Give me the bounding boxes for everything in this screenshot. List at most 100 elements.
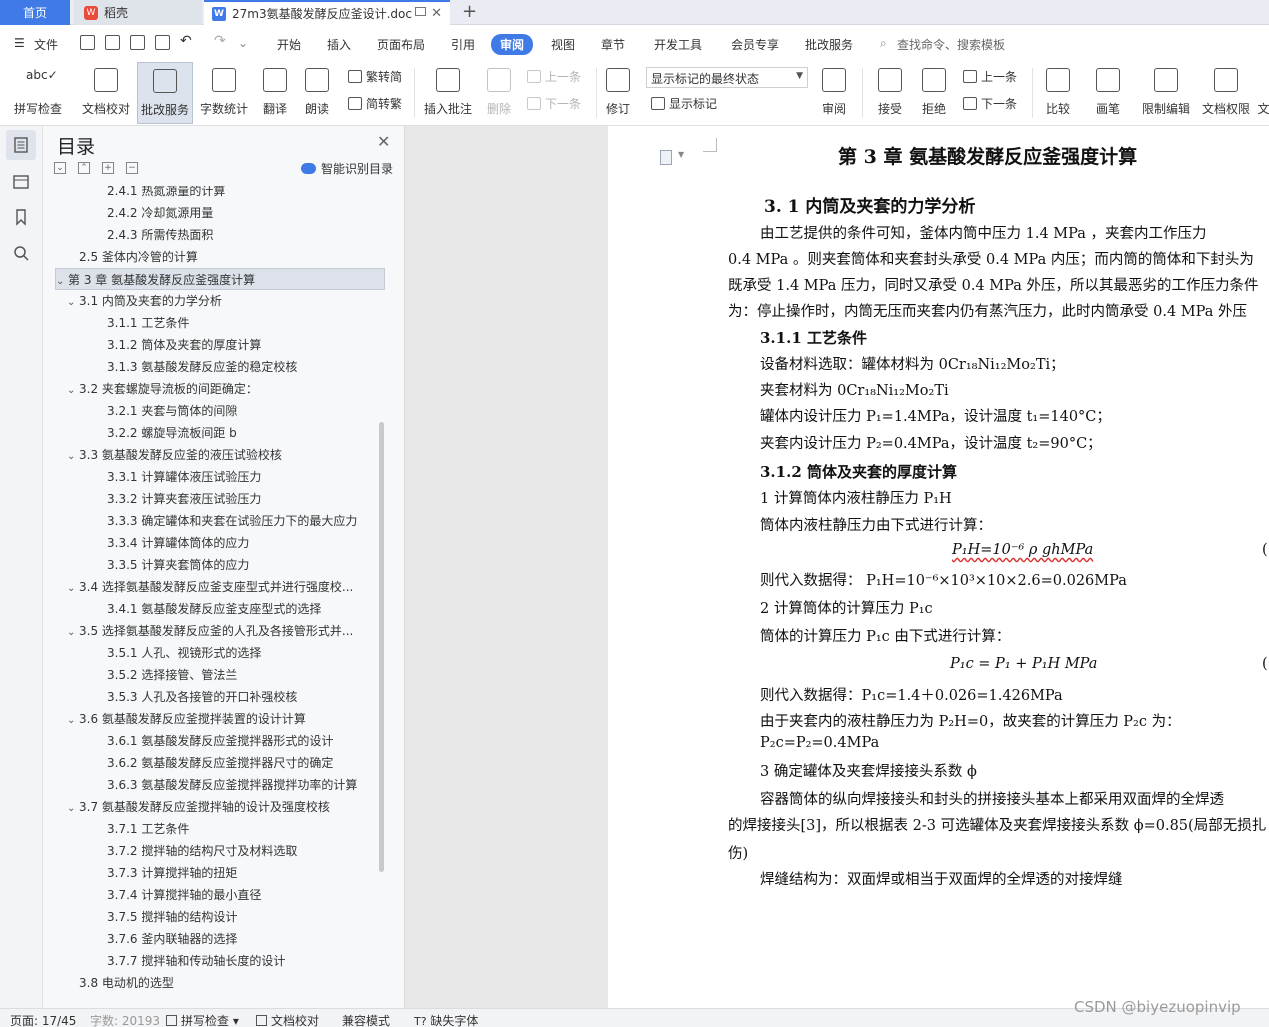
collapse-all-icon[interactable]: ⌄ bbox=[54, 162, 66, 174]
undo-icon[interactable]: ↶ bbox=[180, 33, 192, 49]
chevron-down-icon[interactable]: ⌄ bbox=[67, 380, 79, 400]
revise-button[interactable]: 修订 bbox=[600, 62, 636, 124]
toc-item[interactable]: 3.3.4 计算罐体筒体的应力 bbox=[55, 532, 385, 554]
chevron-down-icon[interactable]: ⌄ bbox=[67, 710, 79, 730]
menu-correction[interactable]: 批改服务 bbox=[805, 36, 853, 53]
review-pane-button[interactable]: 审阅 bbox=[816, 62, 852, 124]
translate-button[interactable]: 翻译 bbox=[255, 62, 295, 124]
toc-item[interactable]: 3.6.3 氨基酸发酵反应釜搅拌器搅拌功率的计算 bbox=[55, 774, 385, 796]
word-count-button[interactable]: 字数统计 bbox=[198, 62, 250, 124]
spellcheck-status[interactable]: 拼写检查 ▾ bbox=[166, 1012, 239, 1027]
chevron-down-icon[interactable]: ⌄ bbox=[67, 622, 79, 642]
chevron-down-icon[interactable]: ▼ bbox=[678, 150, 684, 159]
doc-proof-button[interactable]: 文档校对 bbox=[76, 62, 136, 124]
save-icon[interactable] bbox=[80, 35, 95, 50]
toc-item[interactable]: 3.3.1 计算罐体液压试验压力 bbox=[55, 466, 385, 488]
word-count-status[interactable]: 字数: 20193 bbox=[90, 1012, 160, 1027]
doc-rights-button[interactable]: 文档权限 bbox=[1200, 62, 1252, 124]
delete-comment-button[interactable]: 删除 bbox=[480, 62, 518, 124]
print-icon[interactable] bbox=[130, 35, 145, 50]
next-comment-button[interactable]: 下一条 bbox=[527, 95, 581, 112]
chevron-down-icon[interactable]: ⌄ bbox=[67, 292, 79, 312]
toc-item[interactable]: 2.4.2 冷却氮源用量 bbox=[55, 202, 385, 224]
toc-item[interactable]: 3.7.6 釜内联轴器的选择 bbox=[55, 928, 385, 950]
show-markup-button[interactable]: 显示标记 bbox=[651, 95, 717, 112]
toc-item[interactable]: 3.5.3 人孔及各接管的开口补强校核 bbox=[55, 686, 385, 708]
menu-references[interactable]: 引用 bbox=[451, 36, 475, 53]
toc-item[interactable]: 3.8 电动机的选型 bbox=[55, 972, 385, 994]
toc-item[interactable]: 2.4.3 所需传热面积 bbox=[55, 224, 385, 246]
page-indicator[interactable]: 页面: 17/45 bbox=[10, 1012, 76, 1027]
command-search[interactable]: 查找命令、搜索模板 bbox=[897, 36, 1005, 53]
toc-item[interactable]: 3.6.2 氨基酸发酵反应釜搅拌器尺寸的确定 bbox=[55, 752, 385, 774]
tab-home[interactable]: 首页 bbox=[0, 0, 70, 25]
new-tab-icon[interactable]: + bbox=[462, 1, 477, 22]
toc-item[interactable]: ⌄ 3.2 夹套螺旋导流板的间距确定： bbox=[55, 378, 385, 400]
find-icon[interactable] bbox=[11, 243, 31, 263]
toc-item[interactable]: ⌄ 3.3 氨基酸发酵反应釜的液压试验校核 bbox=[55, 444, 385, 466]
toc-item[interactable]: 3.1.1 工艺条件 bbox=[55, 312, 385, 334]
toc-item[interactable]: 3.7.4 计算搅拌轴的最小直径 bbox=[55, 884, 385, 906]
menu-file[interactable]: 文件 bbox=[34, 36, 58, 53]
next-change-button[interactable]: 下一条 bbox=[963, 95, 1017, 112]
toc-item[interactable]: 3.2.1 夹套与筒体的间隙 bbox=[55, 400, 385, 422]
restrict-edit-button[interactable]: 限制编辑 bbox=[1140, 62, 1192, 124]
toc-item[interactable]: 2.5 釜体内冷管的计算 bbox=[55, 246, 385, 268]
toc-pane-icon[interactable] bbox=[6, 130, 36, 160]
menu-insert[interactable]: 插入 bbox=[327, 36, 351, 53]
document-page[interactable]: ▼ 第 3 章 氨基酸发酵反应釜强度计算 3. 1 内筒及夹套的力学分析 由工艺… bbox=[608, 126, 1269, 1008]
toc-item[interactable]: 3.1.2 筒体及夹套的厚度计算 bbox=[55, 334, 385, 356]
prev-change-button[interactable]: 上一条 bbox=[963, 68, 1017, 85]
toc-item[interactable]: ⌄ 3.5 选择氨基酸发酵反应釜的人孔及各接管形式并... bbox=[55, 620, 385, 642]
toc-item[interactable]: 3.7.5 搅拌轴的结构设计 bbox=[55, 906, 385, 928]
brush-button[interactable]: 画笔 bbox=[1090, 62, 1126, 124]
chevron-down-icon[interactable]: ⌄ bbox=[56, 271, 68, 289]
menu-layout[interactable]: 页面布局 bbox=[377, 36, 425, 53]
doc-proof-status[interactable]: 文档校对 bbox=[256, 1012, 319, 1027]
toc-item[interactable]: 3.6.1 氨基酸发酵反应釜搅拌器形式的设计 bbox=[55, 730, 385, 752]
redo-icon[interactable]: ↷ bbox=[214, 33, 226, 49]
toc-item[interactable]: 3.5.1 人孔、视镜形式的选择 bbox=[55, 642, 385, 664]
toc-item[interactable]: ⌄ 3.7 氨基酸发酵反应釜搅拌轴的设计及强度校核 bbox=[55, 796, 385, 818]
menu-member[interactable]: 会员专享 bbox=[731, 36, 779, 53]
simp-to-trad-button[interactable]: 简转繁 bbox=[348, 95, 402, 112]
toc-item[interactable]: 3.2.2 螺旋导流板间距 b bbox=[55, 422, 385, 444]
remove-heading-icon[interactable]: − bbox=[126, 162, 138, 174]
more-ribbon-button[interactable]: 文 bbox=[1258, 62, 1269, 124]
toc-item[interactable]: 3.5.2 选择接管、管法兰 bbox=[55, 664, 385, 686]
smart-toc-button[interactable]: 智能识别目录 bbox=[301, 160, 393, 177]
chapter-nav-icon[interactable] bbox=[11, 171, 31, 191]
toc-item[interactable]: 3.3.5 计算夹套筒体的应力 bbox=[55, 554, 385, 576]
toc-item[interactable]: 3.7.3 计算搅拌轴的扭矩 bbox=[55, 862, 385, 884]
toc-item[interactable]: ⌄ 3.4 选择氨基酸发酵反应釜支座型式并进行强度校... bbox=[55, 576, 385, 598]
print-preview-icon[interactable] bbox=[155, 35, 170, 50]
menu-section[interactable]: 章节 bbox=[601, 36, 625, 53]
hamburger-icon[interactable]: ☰ bbox=[14, 36, 25, 50]
insert-comment-button[interactable]: 插入批注 bbox=[420, 62, 476, 124]
spellcheck-button[interactable]: abc✓ 拼写检查 bbox=[8, 62, 68, 124]
tab-wps[interactable]: W 稻壳 bbox=[74, 0, 202, 25]
toc-item[interactable]: 3.4.1 氨基酸发酵反应釜支座型式的选择 bbox=[55, 598, 385, 620]
menu-home[interactable]: 开始 bbox=[277, 36, 301, 53]
menu-review[interactable]: 审阅 bbox=[491, 34, 534, 55]
toc-scrollbar[interactable] bbox=[379, 422, 384, 872]
toc-item[interactable]: 3.3.2 计算夹套液压试验压力 bbox=[55, 488, 385, 510]
more-chevron-icon[interactable]: ⌄ bbox=[238, 36, 248, 50]
toc-item[interactable]: ⌄ 3.6 氨基酸发酵反应釜搅拌装置的设计计算 bbox=[55, 708, 385, 730]
add-heading-icon[interactable]: + bbox=[102, 162, 114, 174]
bookmark-icon[interactable] bbox=[11, 207, 31, 227]
toc-item[interactable]: 3.7.2 搅拌轴的结构尺寸及材料选取 bbox=[55, 840, 385, 862]
chevron-down-icon[interactable]: ⌄ bbox=[67, 798, 79, 818]
correction-service-button[interactable]: 批改服务 bbox=[137, 62, 193, 124]
trad-to-simp-button[interactable]: 繁转简 bbox=[348, 68, 402, 85]
read-aloud-button[interactable]: 朗读 bbox=[298, 62, 336, 124]
accept-button[interactable]: 接受 bbox=[872, 62, 908, 124]
document-area[interactable]: ▼ 第 3 章 氨基酸发酵反应釜强度计算 3. 1 内筒及夹套的力学分析 由工艺… bbox=[405, 126, 1269, 1008]
page-options-icon[interactable] bbox=[660, 150, 672, 165]
chevron-down-icon[interactable]: ⌄ bbox=[67, 578, 79, 598]
expand-all-icon[interactable]: ⌃ bbox=[78, 162, 90, 174]
compare-button[interactable]: 比较 bbox=[1040, 62, 1076, 124]
toc-item[interactable]: 2.4.1 热氮源量的计算 bbox=[55, 186, 385, 202]
toc-item[interactable]: 3.1.3 氨基酸发酵反应釜的稳定校核 bbox=[55, 356, 385, 378]
window-restore-icon[interactable] bbox=[415, 7, 426, 16]
